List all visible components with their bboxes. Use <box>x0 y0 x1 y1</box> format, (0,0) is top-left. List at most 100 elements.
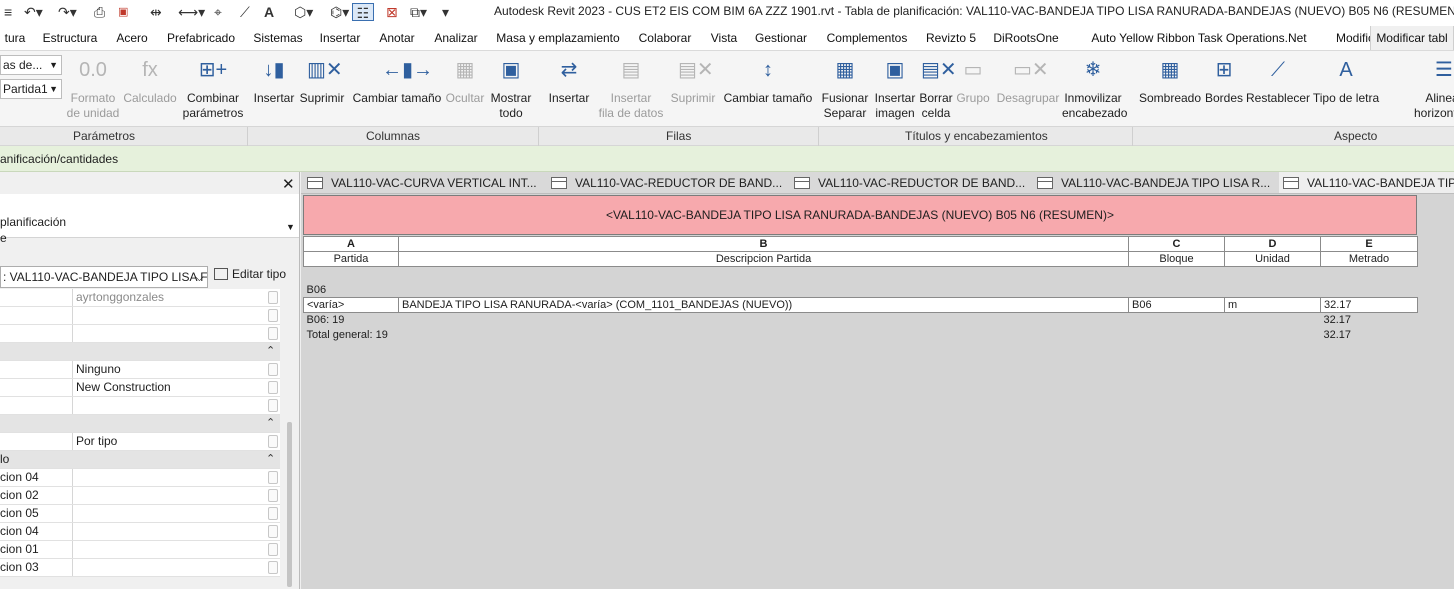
col-suprimir-button[interactable]: ▥✕ Suprimir <box>299 51 345 106</box>
edit-type-button[interactable]: Editar tipo <box>214 267 286 281</box>
imagen-button[interactable]: ▣ Insertar imagen <box>873 51 917 121</box>
cell-partida[interactable]: <varía> <box>303 297 399 313</box>
property-row[interactable]: ayrtonggonzales <box>0 289 280 307</box>
property-group[interactable]: ⌃ <box>0 415 280 433</box>
print-icon[interactable]: ⎙ <box>94 3 105 21</box>
header-cell[interactable]: Metrado <box>1320 251 1418 267</box>
sombreado-button[interactable]: ▦ Sombreado <box>1137 51 1203 106</box>
property-row[interactable]: cion 05 <box>0 505 280 523</box>
col-insertar-button[interactable]: ↓▮ Insertar <box>253 51 295 106</box>
desagrupar-button[interactable]: ▭✕ Desagrupar <box>996 51 1060 106</box>
formato-button[interactable]: 0.0 Formato de unidad <box>66 51 120 121</box>
text-icon[interactable]: A <box>264 3 274 21</box>
edit-value-icon[interactable] <box>268 525 278 538</box>
schedule-icon[interactable]: ☷ <box>352 3 374 21</box>
ribbon-tab[interactable]: Colaborar <box>634 26 696 50</box>
close-icon[interactable]: ✕ <box>282 175 295 193</box>
ribbon-tab[interactable]: Complementos <box>821 26 913 50</box>
fila-insertar-button[interactable]: ⇄ Insertar <box>548 51 590 106</box>
edit-value-icon[interactable] <box>268 507 278 520</box>
view-tab[interactable]: VAL110-VAC-REDUCTOR DE BAND... <box>547 172 782 193</box>
column-letter[interactable]: A <box>303 236 399 252</box>
ribbon-tab[interactable]: Modificar <box>1336 26 1385 50</box>
column-letter[interactable]: B <box>398 236 1129 252</box>
ribbon-tab[interactable]: DiRootsOne <box>990 26 1062 50</box>
borrar-button[interactable]: ▤✕ Borrar celda <box>918 51 956 121</box>
edit-value-icon[interactable] <box>268 363 278 376</box>
switch-windows-icon[interactable]: ⧉▾ <box>410 3 427 21</box>
header-cell[interactable]: Bloque <box>1128 251 1225 267</box>
restablecer-button[interactable]: ⟋ Restablecer <box>1246 51 1310 106</box>
calculado-button[interactable]: fx Calculado <box>122 51 178 106</box>
grupo-button[interactable]: ▭ Grupo <box>956 51 990 106</box>
column-letter[interactable]: D <box>1224 236 1321 252</box>
property-row[interactable] <box>0 397 280 415</box>
group-label[interactable]: B06 <box>304 283 1418 298</box>
property-row[interactable]: cion 04 <box>0 523 280 541</box>
view-tab[interactable]: VAL110-VAC-REDUCTOR DE BAND... <box>790 172 1025 193</box>
type-selector[interactable]: planificación e ▼ <box>0 194 299 245</box>
ribbon-tab[interactable]: Anotar <box>374 26 420 50</box>
insertar-fila-button[interactable]: ▤ Insertar fila de datos <box>598 51 664 121</box>
ribbon-tab[interactable]: Gestionar <box>751 26 811 50</box>
detail-icon[interactable]: ⟋ <box>240 3 250 21</box>
edit-value-icon[interactable] <box>268 381 278 394</box>
cell-metrado[interactable]: 32.17 <box>1320 297 1418 313</box>
column-letter[interactable]: E <box>1320 236 1418 252</box>
property-row[interactable]: New Construction <box>0 379 280 397</box>
ribbon-tab[interactable]: Acero <box>111 26 153 50</box>
view-tab[interactable]: VAL110-VAC-CURVA VERTICAL INT... <box>303 172 537 193</box>
edit-value-icon[interactable] <box>268 327 278 340</box>
ribbon-tab[interactable]: Modificar tabl <box>1370 26 1454 50</box>
property-value[interactable]: Ninguno <box>76 361 266 378</box>
ribbon-tab[interactable]: Auto Yellow Ribbon Task Operations.Net <box>1073 26 1325 50</box>
ribbon-tab[interactable]: Revizto 5 <box>923 26 979 50</box>
collapse-icon[interactable]: ⌃ <box>266 415 275 432</box>
edit-value-icon[interactable] <box>268 399 278 412</box>
customize-qat-icon[interactable]: ▾ <box>442 3 449 21</box>
collapse-icon[interactable]: ⌃ <box>266 343 275 360</box>
ribbon-tab[interactable]: Estructura <box>38 26 102 50</box>
instance-filter-dropdown[interactable]: : VAL110-VAC-BANDEJA TIPO LISA F ⌵ <box>0 266 208 288</box>
ribbon-tab[interactable]: Prefabricado <box>162 26 240 50</box>
property-row[interactable] <box>0 307 280 325</box>
fusionar-button[interactable]: ▦ Fusionar Separar <box>821 51 869 121</box>
edit-value-icon[interactable] <box>268 435 278 448</box>
inmovilizar-button[interactable]: ❄ Inmovilizar encabezado <box>1062 51 1127 121</box>
edit-value-icon[interactable] <box>268 471 278 484</box>
header-cell[interactable]: Unidad <box>1224 251 1321 267</box>
pdf-icon[interactable]: ▣ <box>118 3 128 21</box>
close-hidden-icon[interactable]: ⊠ <box>386 3 398 21</box>
measure-icon[interactable]: ⇹ <box>150 3 162 21</box>
ribbon-tab[interactable]: Analizar <box>430 26 482 50</box>
edit-value-icon[interactable] <box>268 561 278 574</box>
cell-descripcion[interactable]: BANDEJA TIPO LISA RANURADA-<varía> (COM_… <box>398 297 1129 313</box>
param-dropdown[interactable]: Partida1 ▼ <box>0 79 62 99</box>
tag-icon[interactable]: ⌖ <box>214 3 222 21</box>
property-row[interactable] <box>0 325 280 343</box>
header-cell[interactable]: Partida <box>303 251 399 267</box>
undo-icon[interactable]: ↶▾ <box>24 3 43 21</box>
header-cell[interactable]: Descripcion Partida <box>398 251 1129 267</box>
mostrar-button[interactable]: ▣ Mostrar todo <box>488 51 534 121</box>
property-group[interactable]: lo ⌃ <box>0 451 280 469</box>
ribbon-tab[interactable]: Sistemas <box>249 26 307 50</box>
3d-view-icon[interactable]: ⬡▾ <box>294 3 313 21</box>
field-dropdown[interactable]: as de... ▼ <box>0 55 62 75</box>
property-group[interactable]: ⌃ <box>0 343 280 361</box>
column-letter[interactable]: C <box>1128 236 1225 252</box>
ribbon-tab[interactable]: Masa y emplazamiento <box>492 26 624 50</box>
cell-bloque[interactable]: B06 <box>1128 297 1225 313</box>
section-icon[interactable]: ⌬▾ <box>330 3 349 21</box>
fila-suprimir-button[interactable]: ▤✕ Suprimir <box>669 51 717 106</box>
view-tab[interactable]: VAL110-VAC-BANDEJA TIPO LISA R... <box>1033 172 1270 193</box>
combinar-button[interactable]: ⊞+ Combinar parámetros <box>180 51 246 121</box>
edit-value-icon[interactable] <box>268 489 278 502</box>
col-cambiar-button[interactable]: ←▮→ Cambiar tamaño <box>351 51 443 106</box>
property-value[interactable]: ayrtonggonzales <box>76 289 266 306</box>
ribbon-tab[interactable]: tura <box>0 26 30 50</box>
edit-value-icon[interactable] <box>268 309 278 322</box>
property-value[interactable]: New Construction <box>76 379 266 396</box>
redo-icon[interactable]: ↷▾ <box>58 3 77 21</box>
view-tab[interactable]: VAL110-VAC-BANDEJA TIPO <box>1279 172 1454 193</box>
